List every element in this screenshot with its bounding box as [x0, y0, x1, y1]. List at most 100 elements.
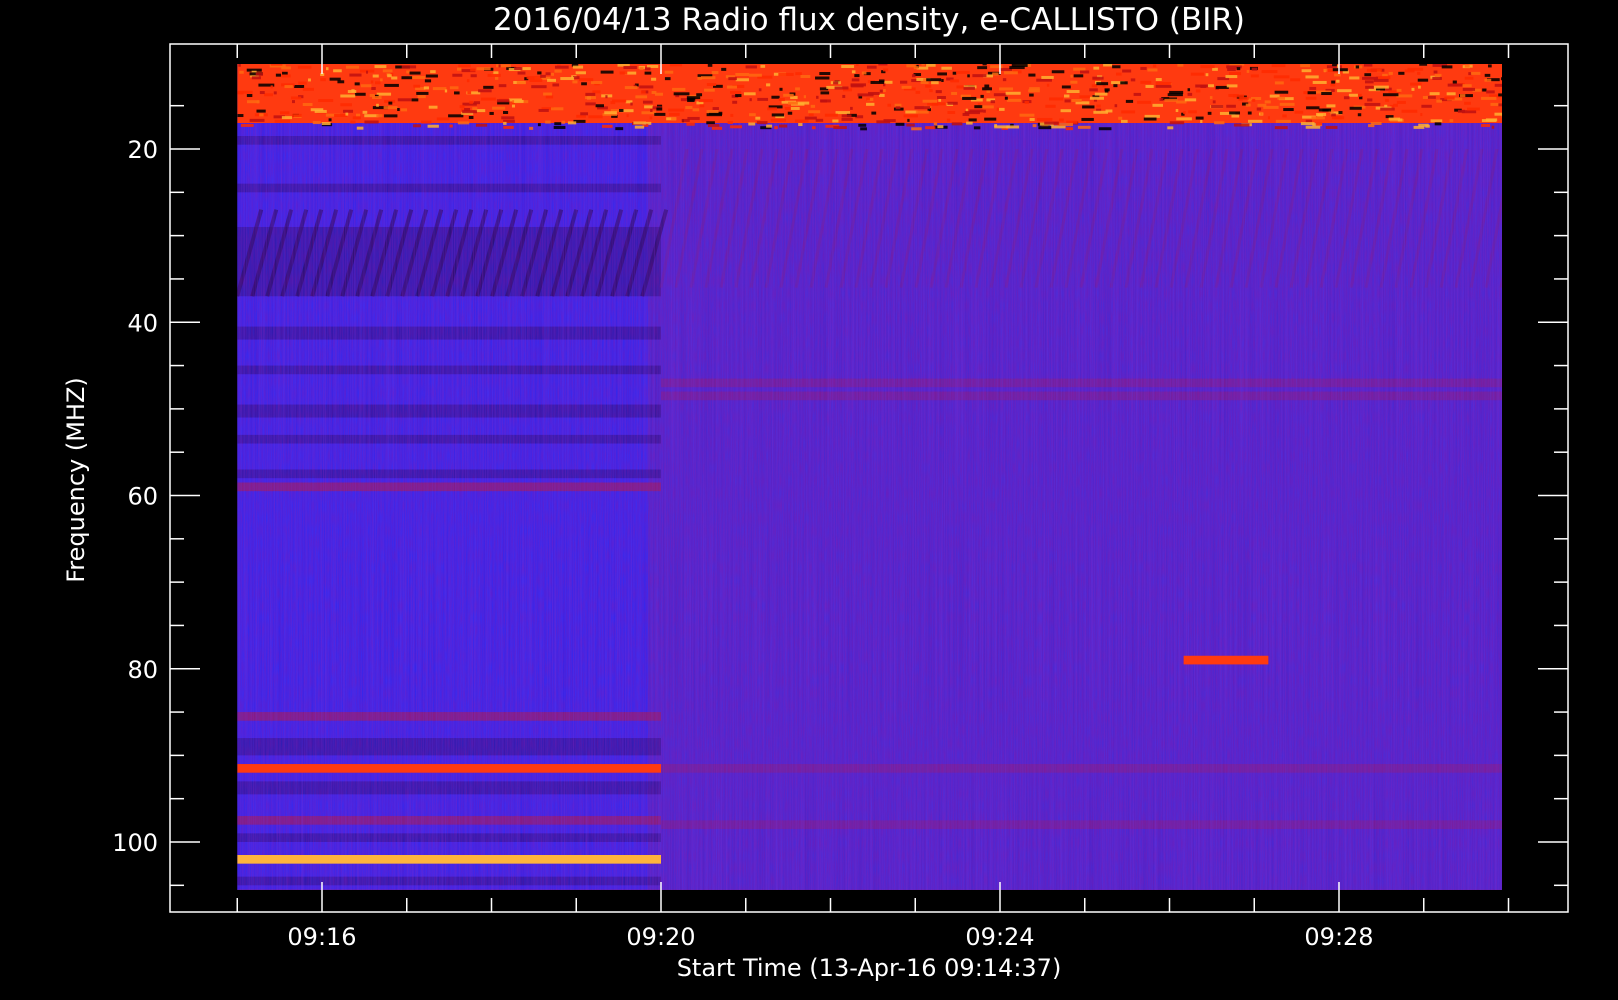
rfi-speckle	[580, 112, 589, 116]
rfi-speckle	[1277, 96, 1285, 100]
rfi-speckle	[411, 98, 419, 102]
rfi-speckle	[727, 120, 733, 124]
rfi-speckle	[671, 116, 677, 120]
rfi-speckle	[400, 108, 408, 112]
rfi-speckle	[824, 113, 838, 117]
rfi-speckle	[1079, 70, 1090, 74]
rfi-speckle	[1147, 68, 1158, 72]
rfi-speckle	[932, 102, 946, 106]
rfi-speckle	[1098, 127, 1112, 131]
rfi-speckle	[951, 122, 963, 126]
rfi-speckle	[1432, 76, 1442, 80]
rfi-speckle	[841, 64, 855, 68]
rfi-speckle	[748, 122, 756, 126]
rfi-speckle	[545, 120, 551, 124]
rfi-speckle	[1036, 117, 1053, 121]
rfi-speckle	[804, 116, 817, 120]
rfi-speckle	[452, 73, 463, 77]
rfi-speckle	[1332, 64, 1338, 67]
rfi-speckle	[712, 107, 719, 111]
rfi-speckle	[879, 89, 883, 93]
rfi-speckle	[730, 113, 734, 117]
rfi-speckle	[1305, 75, 1319, 79]
rfi-speckle	[584, 96, 596, 100]
rfi-speckle	[1481, 96, 1497, 100]
rfi-speckle	[1301, 69, 1312, 73]
rfi-speckle	[1057, 123, 1073, 127]
rfi-speckle	[529, 78, 543, 82]
rfi-speckle	[984, 84, 990, 88]
rfi-speckle	[1257, 103, 1267, 107]
rfi-speckle	[972, 74, 987, 78]
rfi-speckle	[1307, 91, 1316, 95]
rfi-speckle	[914, 106, 931, 110]
rfi-speckle	[1434, 122, 1442, 126]
rfi-speckle	[409, 71, 421, 75]
rfi-speckle	[895, 106, 901, 110]
rfi-speckle	[1311, 116, 1325, 120]
rfi-speckle	[669, 64, 683, 67]
rfi-speckle	[1183, 111, 1186, 115]
rfi-speckle	[423, 86, 429, 90]
rfi-speckle	[1231, 114, 1240, 118]
rfi-speckle	[728, 77, 737, 81]
rfi-speckle	[343, 109, 354, 113]
rfi-speckle	[1104, 88, 1110, 92]
rfi-speckle	[554, 69, 562, 73]
rfi-speckle	[654, 112, 666, 116]
x-tick-label: 09:20	[626, 923, 695, 951]
rfi-speckle	[416, 91, 429, 95]
rfi-speckle	[610, 101, 616, 105]
rfi-speckle	[1388, 71, 1393, 75]
rfi-speckle	[1300, 122, 1315, 126]
rfi-speckle	[1211, 105, 1224, 109]
rfi-speckle	[360, 84, 372, 88]
rfi-speckle	[732, 100, 738, 104]
rfi-speckle	[911, 127, 922, 131]
rfi-speckle	[1038, 126, 1052, 130]
rfi-speckle	[1229, 111, 1241, 115]
rfi-speckle	[1145, 84, 1154, 88]
rfi-speckle	[333, 69, 342, 73]
rfi-speckle	[1003, 71, 1018, 75]
rfi-speckle	[1077, 125, 1091, 129]
rfi-speckle	[521, 67, 531, 71]
rfi-speckle	[1228, 72, 1242, 76]
rfi-speckle	[413, 84, 421, 88]
rfi-speckle	[1481, 119, 1497, 123]
rfi-speckle	[466, 79, 470, 83]
rfi-speckle	[745, 65, 757, 69]
rfi-speckle	[1323, 68, 1328, 72]
y-axis-label: Frequency (MHZ)	[62, 377, 90, 583]
rfi-speckle	[1032, 124, 1037, 128]
rfi-speckle	[483, 85, 494, 89]
rfi-speckle	[834, 86, 849, 90]
rfi-speckle	[1449, 119, 1454, 123]
rfi-speckle	[668, 108, 685, 112]
rfi-speckle	[428, 105, 438, 109]
rfi-speckle	[798, 123, 803, 127]
rfi-speckle	[601, 124, 613, 128]
emission-band	[237, 764, 661, 773]
rfi-speckle	[696, 93, 703, 97]
rfi-speckle	[664, 77, 671, 81]
rfi-speckle	[1500, 77, 1502, 81]
rfi-speckle	[259, 113, 264, 117]
rfi-speckle	[1152, 103, 1163, 107]
rfi-speckle	[790, 106, 800, 110]
rfi-speckle	[931, 81, 939, 85]
rfi-speckle	[1143, 117, 1157, 121]
x-tick-label: 09:24	[965, 923, 1034, 951]
rfi-speckle	[1430, 119, 1443, 123]
rfi-speckle	[1093, 66, 1100, 70]
rfi-speckle	[256, 100, 260, 104]
rfi-speckle	[999, 87, 1014, 91]
rfi-speckle	[1429, 92, 1440, 96]
rfi-speckle	[578, 78, 594, 82]
rfi-speckle	[355, 113, 361, 117]
rfi-speckle	[855, 64, 859, 66]
rfi-speckle	[1200, 84, 1207, 88]
rfi-speckle	[1130, 78, 1136, 82]
emission-band	[237, 854, 661, 864]
rfi-speckle	[1312, 80, 1327, 84]
